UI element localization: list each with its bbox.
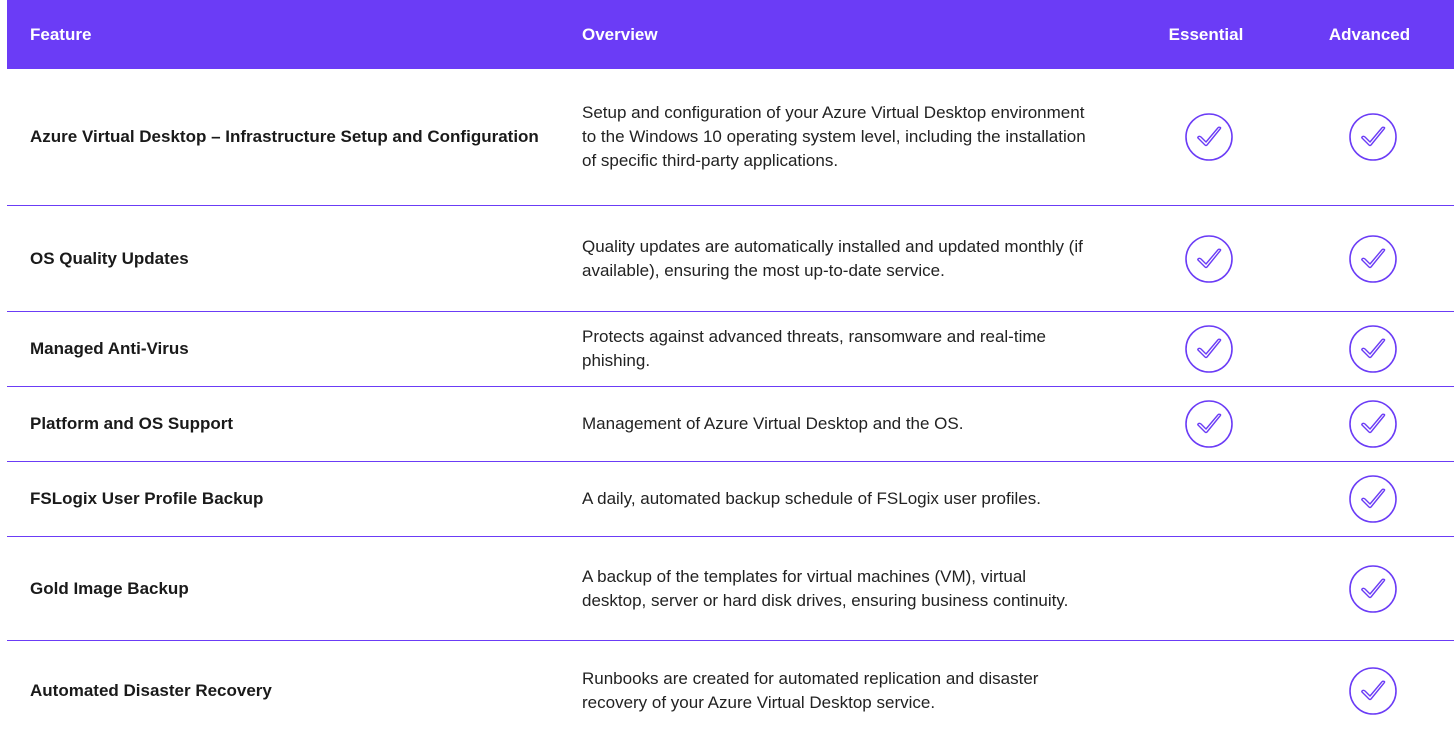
feature-overview: A daily, automated backup schedule of FS… xyxy=(582,489,1041,508)
check-circle-icon xyxy=(1185,400,1233,448)
feature-name: FSLogix User Profile Backup xyxy=(30,489,264,508)
essential-cell xyxy=(1127,324,1291,374)
feature-name: Managed Anti-Virus xyxy=(30,339,189,358)
table-row: Platform and OS Support Management of Az… xyxy=(7,387,1454,462)
feature-overview: Management of Azure Virtual Desktop and … xyxy=(582,414,964,433)
header-overview: Overview xyxy=(582,24,658,44)
feature-overview: A backup of the templates for virtual ma… xyxy=(582,566,1069,610)
feature-overview: Quality updates are automatically instal… xyxy=(582,236,1083,280)
feature-overview: Protects against advanced threats, ranso… xyxy=(582,327,1046,370)
table-header: Feature Overview Essential Advanced xyxy=(7,0,1454,69)
advanced-cell xyxy=(1291,234,1454,284)
feature-overview: Runbooks are created for automated repli… xyxy=(582,668,1039,712)
feature-comparison-table: Feature Overview Essential Advanced Azur… xyxy=(7,0,1454,740)
check-circle-icon xyxy=(1185,113,1233,161)
feature-name: Platform and OS Support xyxy=(30,414,234,433)
essential-cell xyxy=(1127,112,1291,162)
header-feature: Feature xyxy=(30,24,92,44)
check-circle-icon xyxy=(1348,475,1397,523)
check-circle-icon xyxy=(1185,234,1233,283)
table-row: Azure Virtual Desktop – Infrastructure S… xyxy=(7,69,1454,206)
advanced-cell xyxy=(1291,112,1454,162)
table-row: OS Quality Updates Quality updates are a… xyxy=(7,206,1454,312)
advanced-cell xyxy=(1291,324,1454,374)
feature-name: Gold Image Backup xyxy=(30,578,189,598)
check-circle-icon xyxy=(1348,234,1397,283)
table-row: Gold Image Backup A backup of the templa… xyxy=(7,537,1454,641)
check-circle-icon xyxy=(1348,564,1397,613)
check-circle-icon xyxy=(1348,113,1397,161)
table-row: Managed Anti-Virus Protects against adva… xyxy=(7,312,1454,387)
header-advanced: Advanced xyxy=(1328,24,1411,44)
advanced-cell xyxy=(1291,474,1454,524)
advanced-cell xyxy=(1291,399,1454,449)
header-essential: Essential xyxy=(1168,24,1244,44)
feature-name: Automated Disaster Recovery xyxy=(30,680,272,700)
essential-cell xyxy=(1127,399,1291,449)
essential-cell xyxy=(1127,234,1291,284)
table-row: Automated Disaster Recovery Runbooks are… xyxy=(7,641,1454,740)
check-circle-icon xyxy=(1185,325,1233,373)
advanced-cell xyxy=(1291,666,1454,716)
feature-name: OS Quality Updates xyxy=(30,248,189,268)
feature-overview: Setup and configuration of your Azure Vi… xyxy=(582,103,1086,170)
check-circle-icon xyxy=(1348,400,1397,448)
check-circle-icon xyxy=(1348,325,1397,373)
check-circle-icon xyxy=(1348,666,1397,715)
feature-name: Azure Virtual Desktop – Infrastructure S… xyxy=(30,127,539,146)
table-row: FSLogix User Profile Backup A daily, aut… xyxy=(7,462,1454,537)
advanced-cell xyxy=(1291,564,1454,614)
